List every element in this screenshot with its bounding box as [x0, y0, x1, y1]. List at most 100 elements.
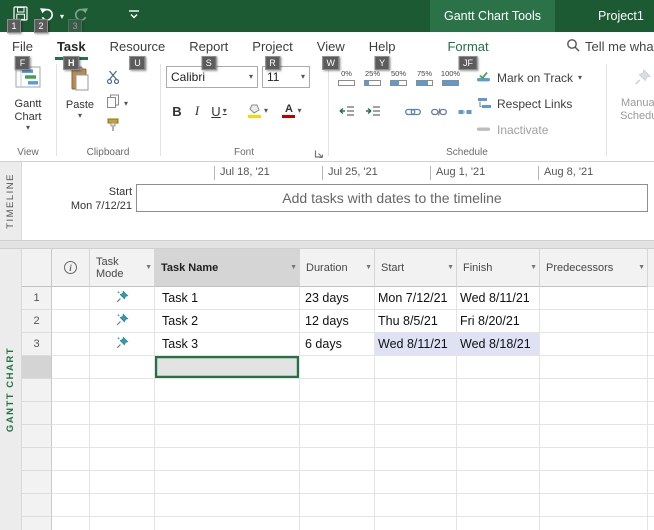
grid-cell[interactable] — [90, 425, 155, 448]
grid-cell[interactable] — [540, 517, 648, 530]
cell-predecessors[interactable] — [540, 333, 648, 356]
grid-cell[interactable] — [375, 402, 457, 425]
grid-cell[interactable] — [300, 379, 375, 402]
row-header-2[interactable]: 2 — [22, 310, 52, 333]
customize-qat-button[interactable] — [124, 6, 144, 26]
select-all-corner[interactable] — [22, 249, 52, 287]
tab-report[interactable]: Report S — [177, 32, 240, 70]
grid-cell[interactable] — [540, 425, 648, 448]
tab-task[interactable]: Task H — [45, 32, 98, 70]
split-task-button[interactable] — [454, 102, 476, 124]
grid-cell[interactable] — [300, 471, 375, 494]
cell-finish[interactable]: Wed 8/11/21 — [457, 287, 540, 310]
cell-finish[interactable] — [457, 356, 540, 379]
cell-start[interactable] — [375, 356, 457, 379]
grid-cell[interactable] — [155, 448, 300, 471]
grid-cell[interactable] — [90, 494, 155, 517]
row-header[interactable] — [22, 471, 52, 494]
grid-cell[interactable] — [155, 517, 300, 530]
cell-predecessors[interactable] — [540, 310, 648, 333]
save-button[interactable]: 1 — [7, 6, 30, 33]
inactivate-button[interactable]: Inactivate — [476, 120, 548, 140]
percent-50-button[interactable]: 50% — [386, 64, 411, 92]
cell-predecessors[interactable] — [540, 356, 648, 379]
cell-task-name[interactable]: Task 3 — [155, 333, 300, 356]
respect-links-button[interactable]: Respect Links — [476, 94, 572, 114]
grid-cell[interactable] — [155, 471, 300, 494]
paste-button[interactable]: Paste ▾ — [60, 62, 100, 144]
row-header-4[interactable] — [22, 356, 52, 379]
grid-cell[interactable] — [90, 379, 155, 402]
grid-cell[interactable] — [300, 402, 375, 425]
row-header[interactable] — [22, 425, 52, 448]
grid-cell[interactable] — [52, 379, 90, 402]
undo-dropdown-icon[interactable]: ▾ — [60, 12, 64, 21]
filter-arrow-icon[interactable]: ▼ — [447, 262, 454, 274]
tab-file[interactable]: File F — [0, 32, 45, 70]
grid-cell[interactable] — [375, 471, 457, 494]
unlink-tasks-button[interactable] — [428, 102, 450, 124]
filter-arrow-icon[interactable]: ▼ — [290, 262, 297, 274]
link-tasks-button[interactable] — [402, 102, 424, 124]
cell-task-mode[interactable] — [90, 356, 155, 379]
grid-cell[interactable] — [300, 517, 375, 530]
gantt-chart-button[interactable]: Gantt Chart ▾ — [2, 62, 54, 144]
grid-cell[interactable] — [300, 494, 375, 517]
italic-button[interactable]: I — [188, 100, 206, 122]
grid-cell[interactable] — [90, 517, 155, 530]
grid-cell[interactable] — [375, 448, 457, 471]
cell-finish[interactable]: Fri 8/20/21 — [457, 310, 540, 333]
cell-indicators[interactable] — [52, 310, 90, 333]
selected-cell[interactable] — [155, 356, 300, 379]
grid-cell[interactable] — [457, 517, 540, 530]
cell-finish[interactable]: Wed 8/18/21 — [457, 333, 540, 356]
grid-cell[interactable] — [375, 425, 457, 448]
cell-task-mode[interactable] — [90, 310, 155, 333]
row-header[interactable] — [22, 379, 52, 402]
row-header[interactable] — [22, 517, 52, 530]
grid-cell[interactable] — [155, 402, 300, 425]
timeline-pane-strip[interactable]: TIMELINE — [0, 162, 22, 240]
cell-start[interactable]: Thu 8/5/21 — [375, 310, 457, 333]
grid-cell[interactable] — [52, 402, 90, 425]
row-header-1[interactable]: 1 — [22, 287, 52, 310]
tab-resource[interactable]: Resource U — [98, 32, 178, 70]
gantt-chart-pane-strip[interactable]: GANTT CHART — [0, 249, 22, 530]
cell-start[interactable]: Mon 7/12/21 — [375, 287, 457, 310]
filter-arrow-icon[interactable]: ▼ — [638, 262, 645, 274]
cell-indicators[interactable] — [52, 287, 90, 310]
copy-button[interactable]: ▾ — [102, 92, 128, 114]
undo-button[interactable]: 2 — [34, 6, 57, 33]
grid-cell[interactable] — [90, 471, 155, 494]
cell-start[interactable]: Wed 8/11/21 — [375, 333, 457, 356]
manually-schedule-button[interactable]: Manually Schedule — [612, 62, 654, 144]
grid-cell[interactable] — [300, 448, 375, 471]
cell-indicators[interactable] — [52, 333, 90, 356]
mark-on-track-button[interactable]: Mark on Track ▾ — [476, 68, 582, 88]
grid-cell[interactable] — [52, 517, 90, 530]
grid-cell[interactable] — [52, 448, 90, 471]
grid-cell[interactable] — [457, 448, 540, 471]
tab-format[interactable]: Format JF — [435, 32, 500, 70]
format-painter-button[interactable] — [102, 116, 124, 138]
filter-arrow-icon[interactable]: ▼ — [145, 262, 152, 274]
grid-cell[interactable] — [90, 402, 155, 425]
grid-cell[interactable] — [457, 471, 540, 494]
grid-cell[interactable] — [52, 494, 90, 517]
cut-button[interactable] — [102, 68, 124, 90]
column-header-finish[interactable]: Finish ▼ — [457, 249, 540, 287]
tab-project[interactable]: Project R — [240, 32, 304, 70]
column-header-task-name[interactable]: Task Name ▼ — [155, 249, 300, 287]
grid-cell[interactable] — [457, 494, 540, 517]
column-header-task-mode[interactable]: Task Mode ▼ — [90, 249, 155, 287]
cell-predecessors[interactable] — [540, 287, 648, 310]
grid-cell[interactable] — [375, 494, 457, 517]
cell-task-name[interactable]: Task 2 — [155, 310, 300, 333]
grid-cell[interactable] — [540, 448, 648, 471]
cell-task-mode[interactable] — [90, 333, 155, 356]
row-header-3[interactable]: 3 — [22, 333, 52, 356]
cell-duration[interactable] — [300, 356, 375, 379]
column-header-start[interactable]: Start ▼ — [375, 249, 457, 287]
cell-task-mode[interactable] — [90, 287, 155, 310]
grid-cell[interactable] — [375, 379, 457, 402]
